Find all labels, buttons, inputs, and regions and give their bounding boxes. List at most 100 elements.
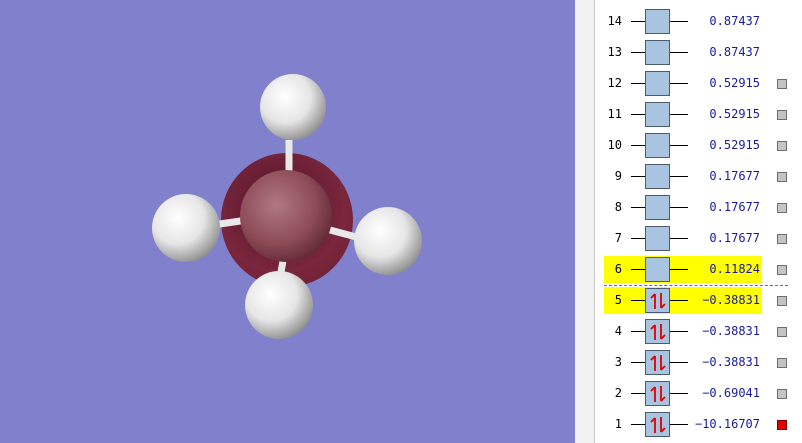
mo-occupied-box[interactable] <box>645 412 670 437</box>
mo-empty-box[interactable] <box>645 102 670 127</box>
mo-row[interactable]: 4 −0.38831 <box>596 316 802 347</box>
mo-energy-list: 14 0.87437 13 0.87437 12 0.52915 11 0.52915 10 0.… <box>596 0 802 443</box>
mo-level-line <box>670 145 688 146</box>
mo-energy-value: −0.38831 <box>702 293 760 307</box>
mo-empty-box[interactable] <box>645 226 670 251</box>
mo-index: 14 <box>607 14 622 28</box>
central-atom[interactable] <box>240 170 332 262</box>
mo-marker-icon[interactable] <box>777 296 787 306</box>
mo-level-line <box>631 145 645 146</box>
mo-level-line <box>670 114 688 115</box>
mo-marker-selected-icon[interactable] <box>777 420 787 430</box>
mo-index: 4 <box>614 324 622 338</box>
mo-level-line <box>670 393 688 394</box>
mo-energy-value: 0.87437 <box>709 45 760 59</box>
mo-row[interactable]: 2 −0.69041 <box>596 378 802 409</box>
mo-index: 5 <box>614 293 622 307</box>
molecule-viewport[interactable] <box>0 0 575 443</box>
mo-level-line <box>631 238 645 239</box>
mo-occupied-box[interactable] <box>645 381 670 406</box>
mo-index: 10 <box>607 138 622 152</box>
mo-row[interactable]: 7 0.17677 <box>596 223 802 254</box>
mo-level-line <box>631 52 645 53</box>
mo-level-line <box>670 238 688 239</box>
mo-row[interactable]: 14 0.87437 <box>596 6 802 37</box>
mo-marker-icon[interactable] <box>777 172 787 182</box>
mo-marker-icon[interactable] <box>777 110 787 120</box>
mo-marker-icon[interactable] <box>777 79 787 89</box>
mo-index: 8 <box>614 200 622 214</box>
mo-level-line <box>631 424 645 425</box>
hydrogen-atom-bottom[interactable] <box>245 271 313 339</box>
mo-marker-icon[interactable] <box>777 234 787 244</box>
mo-level-line <box>670 269 688 270</box>
mo-empty-box[interactable] <box>645 257 670 282</box>
mo-index: 2 <box>614 386 622 400</box>
mo-empty-box[interactable] <box>645 71 670 96</box>
mo-row[interactable]: 12 0.52915 <box>596 68 802 99</box>
mo-index: 3 <box>614 355 622 369</box>
mo-energy-value: 0.17677 <box>709 200 760 214</box>
electron-pair-icon <box>649 416 666 433</box>
mo-index: 9 <box>614 169 622 183</box>
molecule-3d-view[interactable] <box>0 0 575 443</box>
mo-level-line <box>631 393 645 394</box>
mo-energy-value: −0.69041 <box>702 386 760 400</box>
mo-empty-box[interactable] <box>645 195 670 220</box>
electron-pair-icon <box>649 323 666 340</box>
panel-splitter[interactable] <box>575 0 595 443</box>
mo-energy-value: −0.38831 <box>702 324 760 338</box>
mo-energy-value: 0.52915 <box>709 76 760 90</box>
mo-level-line <box>670 207 688 208</box>
mo-row[interactable]: 13 0.87437 <box>596 37 802 68</box>
mo-row[interactable]: 11 0.52915 <box>596 99 802 130</box>
mo-empty-box[interactable] <box>645 9 670 34</box>
mo-level-line <box>631 331 645 332</box>
electron-pair-icon <box>649 292 666 309</box>
mo-level-line <box>631 362 645 363</box>
mo-row[interactable]: 3 −0.38831 <box>596 347 802 378</box>
electron-pair-icon <box>649 385 666 402</box>
mo-marker-icon[interactable] <box>777 358 787 368</box>
mo-level-line <box>670 362 688 363</box>
mo-marker-icon[interactable] <box>777 265 787 275</box>
mo-row[interactable]: 1 −10.16707 <box>596 409 802 440</box>
mo-level-line <box>631 83 645 84</box>
mo-row[interactable]: 9 0.17677 <box>596 161 802 192</box>
mo-row[interactable]: 5 −0.38831 <box>596 285 802 316</box>
mo-index: 1 <box>614 417 622 431</box>
mo-occupied-box[interactable] <box>645 319 670 344</box>
homo-lumo-divider <box>604 285 788 286</box>
mo-row[interactable]: 6 0.11824 <box>596 254 802 285</box>
mo-marker-icon[interactable] <box>777 327 787 337</box>
mo-level-line <box>631 21 645 22</box>
mo-empty-box[interactable] <box>645 40 670 65</box>
mo-occupied-box[interactable] <box>645 288 670 313</box>
mo-diagram-panel[interactable]: 14 0.87437 13 0.87437 12 0.52915 11 0.52915 10 0.… <box>596 0 802 443</box>
mo-index: 13 <box>607 45 622 59</box>
mo-level-line <box>670 21 688 22</box>
electron-pair-icon <box>649 354 666 371</box>
mo-level-line <box>631 300 645 301</box>
mo-energy-value: 0.17677 <box>709 231 760 245</box>
mo-index: 7 <box>614 231 622 245</box>
mo-level-line <box>631 207 645 208</box>
hydrogen-atom-top[interactable] <box>260 74 326 140</box>
mo-level-line <box>631 176 645 177</box>
hydrogen-atom-right[interactable] <box>354 207 422 275</box>
hydrogen-atom-left[interactable] <box>152 194 220 262</box>
mo-level-line <box>670 424 688 425</box>
mo-energy-value: −10.16707 <box>694 417 760 431</box>
mo-energy-value: 0.52915 <box>709 138 760 152</box>
mo-row[interactable]: 8 0.17677 <box>596 192 802 223</box>
mo-empty-box[interactable] <box>645 164 670 189</box>
mo-index: 6 <box>614 262 622 276</box>
mo-marker-icon[interactable] <box>777 203 787 213</box>
mo-empty-box[interactable] <box>645 133 670 158</box>
mo-row[interactable]: 10 0.52915 <box>596 130 802 161</box>
mo-level-line <box>631 269 645 270</box>
mo-marker-icon[interactable] <box>777 389 787 399</box>
mo-level-line <box>670 300 688 301</box>
mo-marker-icon[interactable] <box>777 141 787 151</box>
mo-occupied-box[interactable] <box>645 350 670 375</box>
